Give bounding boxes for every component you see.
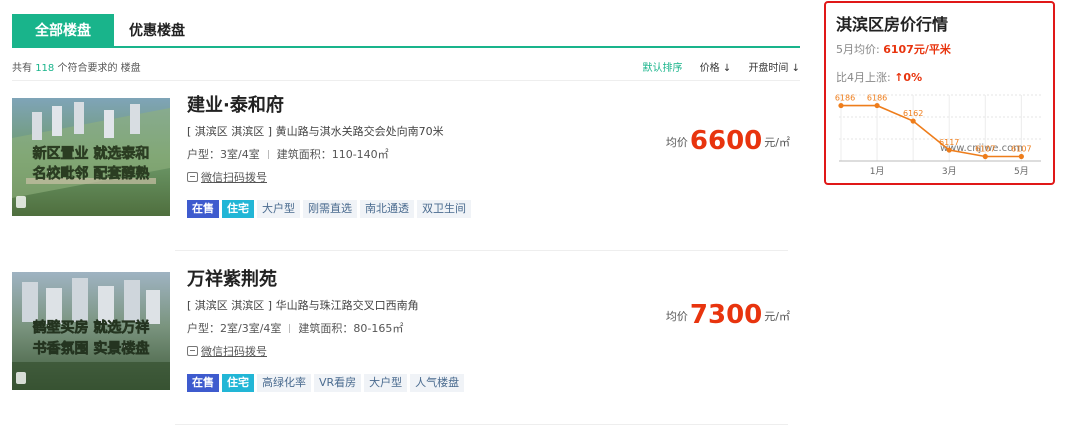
listing-title[interactable]: 万祥紫荆苑: [187, 266, 627, 294]
listing-image-text: 鹤壁买房 就选万祥: [33, 319, 150, 336]
separator: [267, 150, 269, 159]
data-label: 6107: [1011, 144, 1031, 153]
data-point: [910, 118, 916, 124]
listing-card: 鹤壁买房 就选万祥 书香氛围 实景楼盘 万祥紫荆苑 [ 淇滨区 淇滨区 ] 华山…: [12, 266, 800, 416]
tag-on-sale: 在售: [187, 200, 219, 218]
tab-discount-buildings[interactable]: 优惠楼盘: [116, 14, 198, 48]
data-label: 6162: [903, 109, 923, 118]
sort-options: 默认排序 价格 ↓ 开盘时间 ↓: [629, 59, 801, 74]
listing-image[interactable]: 鹤壁买房 就选万祥 书香氛围 实景楼盘: [12, 272, 170, 390]
listing-layout: 户型：3室/4室: [187, 148, 260, 161]
tag-residential: 住宅: [222, 374, 254, 392]
separator: [289, 324, 291, 333]
sort-price[interactable]: 价格 ↓: [700, 63, 732, 74]
tag-list: 在售 住宅 高绿化率 VR看房 大户型 人气楼盘: [187, 374, 627, 393]
result-bar: 共有 118 个符合要求的 楼盘 默认排序 价格 ↓ 开盘时间 ↓: [12, 57, 800, 75]
tab-all-buildings[interactable]: 全部楼盘: [12, 14, 114, 48]
price-prefix: 均价: [665, 310, 688, 323]
listing-image-text: 书香氛围 实景楼盘: [33, 340, 150, 357]
tag: 大户型: [257, 200, 300, 218]
avg-label: 5月均价:: [836, 43, 880, 56]
data-point: [838, 102, 844, 109]
listing-address: [ 淇滨区 淇滨区 ] 华山路与珠江路交叉口西南角: [187, 299, 419, 312]
widget-rise: 比4月上涨: ↑0%: [836, 69, 922, 85]
price-unit: 元/㎡: [764, 310, 790, 323]
phone-scan-icon: [187, 346, 198, 356]
listing-price: 均价6600 元/㎡: [666, 126, 790, 156]
sort-open-date[interactable]: 开盘时间 ↓: [748, 63, 800, 74]
tag: 刚需直选: [303, 200, 357, 218]
listing-price: 均价7300 元/㎡: [666, 300, 790, 330]
result-count-number: 118: [35, 63, 55, 74]
price-value: 7300: [689, 300, 763, 330]
tag: 南北通透: [360, 200, 414, 218]
price-unit: 元/㎡: [764, 136, 790, 149]
result-count: 共有 118 个符合要求的 楼盘: [12, 59, 141, 74]
listing-area: 建筑面积：110-140㎡: [276, 148, 389, 161]
data-label: 6186: [867, 94, 887, 103]
tag-residential: 住宅: [222, 200, 254, 218]
x-tick-label: 1月: [870, 166, 885, 177]
data-label: 6107: [975, 144, 995, 153]
divider: [175, 424, 788, 425]
listing-info: 万祥紫荆苑 [ 淇滨区 淇滨区 ] 华山路与珠江路交叉口西南角 户型：2室/3室…: [187, 266, 627, 393]
x-tick-label: 5月: [1014, 166, 1029, 177]
widget-title[interactable]: 淇滨区房价行情: [836, 11, 948, 35]
listing-image-text: 新区置业 就选泰和: [33, 145, 150, 162]
phone-scan-icon: [187, 172, 198, 182]
tab-bar: 全部楼盘 优惠楼盘: [12, 14, 800, 48]
tag: 双卫生间: [417, 200, 471, 218]
price-value: 6600: [689, 126, 763, 156]
tag-on-sale: 在售: [187, 374, 219, 392]
avg-value: 6107元/平米: [883, 43, 951, 56]
price-prefix: 均价: [665, 136, 688, 149]
listing-area: 建筑面积：80-165㎡: [298, 322, 404, 335]
listing-card: 新区置业 就选泰和 名校毗邻 配套醇熟 建业·泰和府 [ 淇滨区 淇滨区 ] 黄…: [12, 92, 800, 242]
listing-specs: 户型：2室/3室/4室 建筑面积：80-165㎡: [187, 321, 627, 337]
data-label: 6186: [835, 94, 855, 103]
wechat-dial-label: 微信扫码拨号: [201, 171, 267, 184]
divider: [175, 250, 788, 251]
listing-title[interactable]: 建业·泰和府: [187, 92, 627, 120]
listing-layout: 户型：2室/3室/4室: [187, 322, 282, 335]
tag: 大户型: [364, 374, 408, 392]
result-count-suffix: 个符合要求的 楼盘: [57, 63, 141, 74]
data-point: [946, 147, 952, 153]
rise-value: ↑0%: [894, 71, 923, 84]
listing-image[interactable]: 新区置业 就选泰和 名校毗邻 配套醇熟: [12, 98, 170, 216]
listing-specs: 户型：3室/4室 建筑面积：110-140㎡: [187, 147, 627, 163]
listing-image-text: 名校毗邻 配套醇熟: [33, 165, 150, 182]
data-label: 6117: [939, 138, 959, 147]
tag: 高绿化率: [257, 374, 311, 392]
data-point: [982, 153, 988, 160]
rise-label: 比4月上涨:: [836, 71, 891, 84]
wechat-dial-link[interactable]: 微信扫码拨号: [187, 344, 627, 360]
listing-address: [ 淇滨区 淇滨区 ] 黄山路与淇水关路交会处向南70米: [187, 125, 444, 138]
price-trend-chart: www.cnjiwe.com 6186 6186 6162 6117 6107 6107 1月…: [833, 89, 1047, 183]
sort-default[interactable]: 默认排序: [643, 63, 683, 74]
wechat-dial-label: 微信扫码拨号: [201, 345, 267, 358]
page: 全部楼盘 优惠楼盘 共有 118 个符合要求的 楼盘 默认排序 价格 ↓ 开盘时…: [0, 0, 1080, 429]
price-trend-widget: 淇滨区房价行情 5月均价: 6107元/平米 比4月上涨: ↑0% www.cn…: [824, 1, 1055, 185]
tag: VR看房: [314, 374, 362, 392]
tag-list: 在售 住宅 大户型 刚需直选 南北通透 双卫生间: [187, 200, 627, 219]
listing-info: 建业·泰和府 [ 淇滨区 淇滨区 ] 黄山路与淇水关路交会处向南70米 户型：3…: [187, 92, 627, 219]
wechat-dial-link[interactable]: 微信扫码拨号: [187, 170, 627, 186]
data-point: [1018, 153, 1024, 160]
x-tick-label: 3月: [942, 166, 957, 177]
data-point: [874, 102, 880, 109]
widget-average-price: 5月均价: 6107元/平米: [836, 41, 951, 57]
price-trend-svg: www.cnjiwe.com6186 6186616261176107 61071月…: [835, 94, 1041, 177]
divider: [12, 80, 800, 81]
result-count-prefix: 共有: [12, 63, 32, 74]
tag: 人气楼盘: [410, 374, 465, 392]
